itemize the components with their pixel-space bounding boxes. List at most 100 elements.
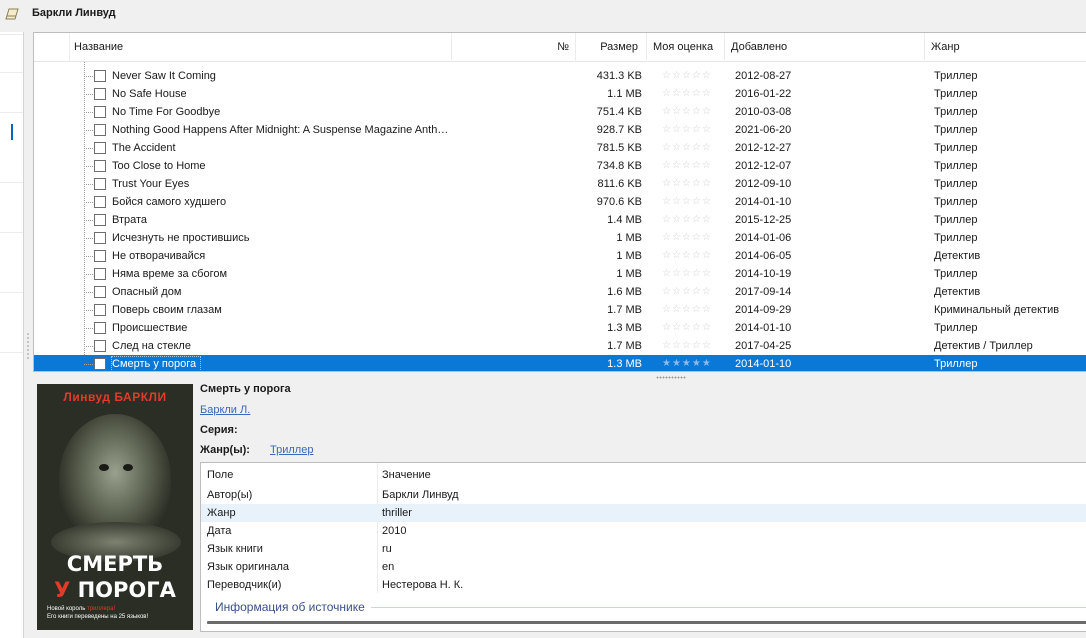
genre-link[interactable]: Триллер <box>270 444 313 456</box>
cell-added: 2016-01-22 <box>735 88 792 100</box>
table-row[interactable]: Няма време за сбогом 1 MB ☆☆☆☆☆ 2014-10-19 Т… <box>34 265 1086 283</box>
property-key: Язык книги <box>207 543 263 555</box>
row-checkbox[interactable] <box>94 286 106 298</box>
table-row[interactable]: Втрата 1.4 MB ☆☆☆☆☆ 2015-12-25 Триллер <box>34 211 1086 229</box>
table-row[interactable]: Поверь своим глазам 1.7 MB ☆☆☆☆☆ 2014-09-29… <box>34 301 1086 319</box>
rating-stars[interactable]: ☆☆☆☆☆ <box>662 175 718 193</box>
row-checkbox[interactable] <box>94 142 106 154</box>
row-checkbox[interactable] <box>94 196 106 208</box>
row-checkbox[interactable] <box>94 358 106 370</box>
table-row[interactable]: Не отворачивайся 1 MB ☆☆☆☆☆ 2014-06-05 Детек… <box>34 247 1086 265</box>
table-row[interactable]: No Time For Goodbye 751.4 KB ☆☆☆☆☆ 2010-03-… <box>34 103 1086 121</box>
property-row[interactable]: Автор(ы) Баркли Линвуд <box>201 486 1086 504</box>
table-row[interactable]: Too Close to Home 734.8 KB ☆☆☆☆☆ 2012-12-07… <box>34 157 1086 175</box>
rating-stars[interactable]: ☆☆☆☆☆ <box>662 85 718 103</box>
title-bar: Баркли Линвуд <box>0 0 1086 30</box>
table-row[interactable]: Опасный дом 1.6 MB ☆☆☆☆☆ 2017-09-14 Детектив <box>34 283 1086 301</box>
rating-stars[interactable]: ☆☆☆☆☆ <box>662 337 718 355</box>
property-value: en <box>382 561 395 573</box>
cell-size: 928.7 KB <box>596 124 642 136</box>
books-table[interactable]: Название № Размер Моя оценка Добавлено Ж… <box>33 32 1086 372</box>
table-row[interactable]: Происшествие 1.3 MB ☆☆☆☆☆ 2014-01-10 Триллер <box>34 319 1086 337</box>
cell-title: Never Saw It Coming <box>112 70 216 82</box>
table-body[interactable]: Never Saw It Coming 431.3 KB ☆☆☆☆☆ 2012-08-… <box>34 62 1086 371</box>
row-checkbox[interactable] <box>94 322 106 334</box>
author-link[interactable]: Баркли Л. <box>200 404 250 416</box>
cell-added: 2014-09-29 <box>735 304 792 316</box>
cell-added: 2014-06-05 <box>735 250 792 262</box>
table-row[interactable]: Nothing Good Happens After Midnight: A S… <box>34 121 1086 139</box>
table-row[interactable]: Смерть у порога 1.3 MB ★★★★★ 2014-01-10 Трил… <box>34 355 1086 371</box>
rating-stars[interactable]: ☆☆☆☆☆ <box>662 301 718 319</box>
header-added[interactable]: Добавлено <box>725 33 925 62</box>
rating-stars[interactable]: ☆☆☆☆☆ <box>662 265 718 283</box>
row-checkbox[interactable] <box>94 250 106 262</box>
window-title: Баркли Линвуд <box>32 7 116 19</box>
row-checkbox[interactable] <box>94 178 106 190</box>
cell-added: 2015-12-25 <box>735 214 792 226</box>
table-row[interactable]: Исчезнуть не простившись 1 MB ☆☆☆☆☆ 2014-01… <box>34 229 1086 247</box>
header-title[interactable]: Название <box>70 33 452 62</box>
rating-stars[interactable]: ☆☆☆☆☆ <box>662 319 718 337</box>
property-key: Дата <box>207 525 232 537</box>
row-checkbox[interactable] <box>94 304 106 316</box>
table-row[interactable]: The Accident 781.5 KB ☆☆☆☆☆ 2012-12-27 Трилл… <box>34 139 1086 157</box>
rating-stars[interactable]: ☆☆☆☆☆ <box>662 193 718 211</box>
book-cover: Линвуд БАРКЛИ СМЕРТЬ У ПОРОГА Новой коро… <box>37 384 193 630</box>
header-rating[interactable]: Моя оценка <box>647 33 725 62</box>
property-row[interactable]: Язык книги ru <box>201 540 1086 558</box>
table-row[interactable]: Бойся самого худшего 970.6 KB ☆☆☆☆☆ 2014-01… <box>34 193 1086 211</box>
header-number[interactable]: № <box>452 33 576 62</box>
row-checkbox[interactable] <box>94 88 106 100</box>
cover-author: Линвуд БАРКЛИ <box>63 390 167 404</box>
rating-stars[interactable]: ☆☆☆☆☆ <box>662 157 718 175</box>
rating-stars[interactable]: ☆☆☆☆☆ <box>662 139 718 157</box>
cell-genre: Триллер <box>934 88 978 100</box>
horizontal-splitter[interactable] <box>656 376 686 379</box>
rating-stars[interactable]: ☆☆☆☆☆ <box>662 103 718 121</box>
property-row[interactable]: Жанр thriller <box>201 504 1086 522</box>
table-row[interactable]: Never Saw It Coming 431.3 KB ☆☆☆☆☆ 2012-08-… <box>34 67 1086 85</box>
cell-genre: Триллер <box>934 232 978 244</box>
eraser-icon[interactable] <box>5 8 19 20</box>
cell-title: Втрата <box>112 214 148 226</box>
series-label: Серия: <box>200 424 238 436</box>
vertical-splitter[interactable] <box>25 32 32 638</box>
cell-genre: Детектив / Триллер <box>934 340 1033 352</box>
table-row[interactable]: След на стекле 1.7 MB ☆☆☆☆☆ 2017-04-25 Детек… <box>34 337 1086 355</box>
rating-stars[interactable]: ★★★★★ <box>662 355 718 371</box>
row-checkbox[interactable] <box>94 214 106 226</box>
table-row[interactable]: No Safe House 1.1 MB ☆☆☆☆☆ 2016-01-22 Трилле… <box>34 85 1086 103</box>
properties-header-value[interactable]: Значение <box>382 469 431 481</box>
header-size[interactable]: Размер <box>576 33 647 62</box>
row-checkbox[interactable] <box>94 340 106 352</box>
rating-stars[interactable]: ☆☆☆☆☆ <box>662 211 718 229</box>
property-row[interactable]: Язык оригинала en <box>201 558 1086 576</box>
row-checkbox[interactable] <box>94 124 106 136</box>
row-checkbox[interactable] <box>94 232 106 244</box>
rating-stars[interactable]: ☆☆☆☆☆ <box>662 283 718 301</box>
row-checkbox[interactable] <box>94 268 106 280</box>
rating-stars[interactable]: ☆☆☆☆☆ <box>662 229 718 247</box>
cell-size: 1.7 MB <box>607 304 642 316</box>
cell-title: No Safe House <box>112 88 187 100</box>
cell-size: 1.7 MB <box>607 340 642 352</box>
cell-added: 2012-09-10 <box>735 178 792 190</box>
horizontal-scrollbar[interactable] <box>207 621 1086 624</box>
header-genre[interactable]: Жанр <box>925 33 1086 62</box>
properties-header-field[interactable]: Поле <box>207 469 233 481</box>
table-row[interactable]: Trust Your Eyes 811.6 KB ☆☆☆☆☆ 2012-09-10 Тр… <box>34 175 1086 193</box>
rating-stars[interactable]: ☆☆☆☆☆ <box>662 67 718 85</box>
rating-stars[interactable]: ☆☆☆☆☆ <box>662 247 718 265</box>
properties-table[interactable]: Поле Значение Автор(ы) Баркли Линвуд Жанр t… <box>200 462 1086 632</box>
cell-title: След на стекле <box>112 340 191 352</box>
row-checkbox[interactable] <box>94 106 106 118</box>
cell-added: 2014-01-10 <box>735 322 792 334</box>
property-row[interactable]: Дата 2010 <box>201 522 1086 540</box>
rating-stars[interactable]: ☆☆☆☆☆ <box>662 121 718 139</box>
property-row[interactable]: Переводчик(и) Нестерова Н. К. <box>201 576 1086 594</box>
row-checkbox[interactable] <box>94 160 106 172</box>
source-info-section[interactable]: Информация об источнике <box>215 600 369 614</box>
row-checkbox[interactable] <box>94 70 106 82</box>
authors-panel[interactable] <box>0 32 24 638</box>
